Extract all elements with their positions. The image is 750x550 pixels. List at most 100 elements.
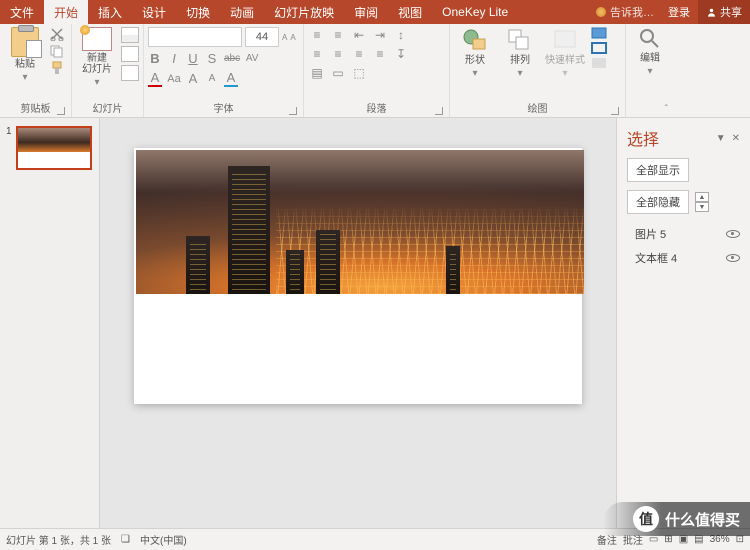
shapes-icon: [461, 27, 489, 53]
bulb-icon: [596, 7, 606, 17]
collapse-ribbon-icon[interactable]: ˆ: [665, 104, 668, 115]
font-launcher[interactable]: [289, 107, 297, 115]
columns-button[interactable]: ▤: [308, 65, 326, 81]
increase-font-button[interactable]: A: [186, 71, 200, 86]
shape-fill-icon[interactable]: [591, 27, 607, 39]
strike-button[interactable]: abc: [224, 53, 240, 64]
fit-window-icon[interactable]: ⊡: [736, 534, 744, 545]
underline-button[interactable]: U: [186, 51, 200, 66]
arrange-icon: [506, 27, 534, 53]
paragraph-launcher[interactable]: [435, 107, 443, 115]
quick-styles-button[interactable]: 快速样式▾: [544, 27, 586, 79]
line-spacing-button[interactable]: ↕: [392, 27, 410, 43]
editing-button[interactable]: 编辑▾: [630, 27, 670, 77]
shadow-button[interactable]: S: [205, 51, 219, 66]
new-slide-button[interactable]: 新建 幻灯片▾: [76, 27, 118, 88]
status-slide-count: 幻灯片 第 1 张，共 1 张: [6, 532, 111, 547]
login-button[interactable]: 登录: [660, 0, 698, 24]
share-icon: [706, 7, 717, 18]
current-slide[interactable]: [134, 148, 582, 404]
font-family-select[interactable]: [148, 27, 242, 47]
comments-button[interactable]: 批注: [623, 532, 643, 547]
increase-indent-button[interactable]: ⇥: [371, 27, 389, 43]
change-case-button[interactable]: Aa: [167, 73, 181, 85]
sorter-view-icon[interactable]: ⊞: [664, 534, 672, 545]
numbering-button[interactable]: ≡: [329, 27, 347, 43]
pane-close-icon[interactable]: ✕: [732, 133, 740, 144]
group-paragraph-label: 段落: [308, 98, 445, 117]
text-direction-button[interactable]: ↧: [392, 46, 410, 62]
move-down-button[interactable]: ▼: [695, 202, 709, 212]
bold-button[interactable]: B: [148, 51, 162, 66]
find-icon: [638, 27, 662, 51]
tab-slideshow[interactable]: 幻灯片放映: [264, 0, 344, 24]
align-left-button[interactable]: ≡: [308, 46, 326, 62]
section-icon[interactable]: [121, 65, 139, 81]
thumbnail-slide-1[interactable]: [16, 126, 92, 170]
selection-pane-title: 选择: [627, 126, 659, 150]
drawing-launcher[interactable]: [611, 107, 619, 115]
tab-animations[interactable]: 动画: [220, 0, 264, 24]
group-font-label: 字体: [148, 98, 299, 117]
show-all-button[interactable]: 全部显示: [627, 158, 689, 182]
highlight-button[interactable]: A: [224, 70, 238, 87]
thumbnail-number: 1: [6, 126, 12, 137]
status-language[interactable]: 中文(中国): [140, 532, 187, 547]
slide-thumbnails: 1: [0, 118, 100, 528]
format-painter-icon[interactable]: [49, 61, 65, 75]
share-button[interactable]: 共享: [698, 0, 750, 24]
italic-button[interactable]: I: [167, 51, 181, 66]
decrease-indent-button[interactable]: ⇤: [350, 27, 368, 43]
slide-canvas[interactable]: [100, 118, 616, 528]
layout-icon[interactable]: [121, 27, 139, 43]
cut-icon[interactable]: [49, 27, 65, 41]
reset-icon[interactable]: [121, 46, 139, 62]
char-spacing-button[interactable]: AV: [245, 53, 259, 64]
quick-styles-icon: [551, 27, 579, 53]
tab-transitions[interactable]: 切换: [176, 0, 220, 24]
shape-outline-icon[interactable]: [591, 42, 607, 54]
tab-onekey[interactable]: OneKey Lite: [432, 0, 518, 24]
paste-button[interactable]: 粘贴▾: [4, 27, 46, 83]
move-up-button[interactable]: ▲: [695, 192, 709, 202]
visibility-toggle-icon[interactable]: [726, 230, 740, 238]
convert-smartart-button[interactable]: ⬚: [350, 65, 368, 81]
group-drawing-label: 绘图: [454, 98, 621, 117]
selection-item-textbox[interactable]: 文本框 4: [635, 250, 740, 266]
hide-all-button[interactable]: 全部隐藏: [627, 190, 689, 214]
normal-view-icon[interactable]: ▭: [649, 534, 658, 545]
reading-view-icon[interactable]: ▣: [679, 534, 688, 545]
tab-review[interactable]: 审阅: [344, 0, 388, 24]
tab-home[interactable]: 开始: [44, 0, 88, 24]
tell-me-search[interactable]: 告诉我…: [590, 0, 660, 24]
pane-dropdown-icon[interactable]: ▼: [716, 133, 726, 144]
font-color-button[interactable]: A: [148, 70, 162, 87]
shrink-font-icon[interactable]: A: [290, 33, 295, 42]
shapes-button[interactable]: 形状▾: [454, 27, 496, 79]
tab-design[interactable]: 设计: [132, 0, 176, 24]
align-text-button[interactable]: ▭: [329, 65, 347, 81]
align-center-button[interactable]: ≡: [329, 46, 347, 62]
notes-button[interactable]: 备注: [597, 532, 617, 547]
font-size-select[interactable]: [245, 27, 279, 47]
selection-item-image[interactable]: 图片 5: [635, 226, 740, 242]
grow-font-icon[interactable]: A: [282, 33, 287, 42]
status-bar: 幻灯片 第 1 张，共 1 张 ❏ 中文(中国) 备注 批注 ▭ ⊞ ▣ ▤ 3…: [0, 528, 750, 550]
tab-insert[interactable]: 插入: [88, 0, 132, 24]
arrange-button[interactable]: 排列▾: [499, 27, 541, 79]
tab-view[interactable]: 视图: [388, 0, 432, 24]
slideshow-view-icon[interactable]: ▤: [694, 534, 703, 545]
justify-button[interactable]: ≡: [371, 46, 389, 62]
bullets-button[interactable]: ≡: [308, 27, 326, 43]
copy-icon[interactable]: [49, 44, 65, 58]
decrease-font-button[interactable]: A: [205, 73, 219, 84]
zoom-level[interactable]: 36%: [710, 534, 730, 545]
slide-image[interactable]: [136, 150, 584, 294]
status-spellcheck-icon[interactable]: ❏: [121, 534, 130, 545]
tab-file[interactable]: 文件: [0, 0, 44, 24]
visibility-toggle-icon[interactable]: [726, 254, 740, 262]
shape-effects-icon[interactable]: [591, 57, 607, 69]
align-right-button[interactable]: ≡: [350, 46, 368, 62]
clipboard-launcher[interactable]: [57, 107, 65, 115]
group-slides-label: 幻灯片: [76, 98, 139, 117]
